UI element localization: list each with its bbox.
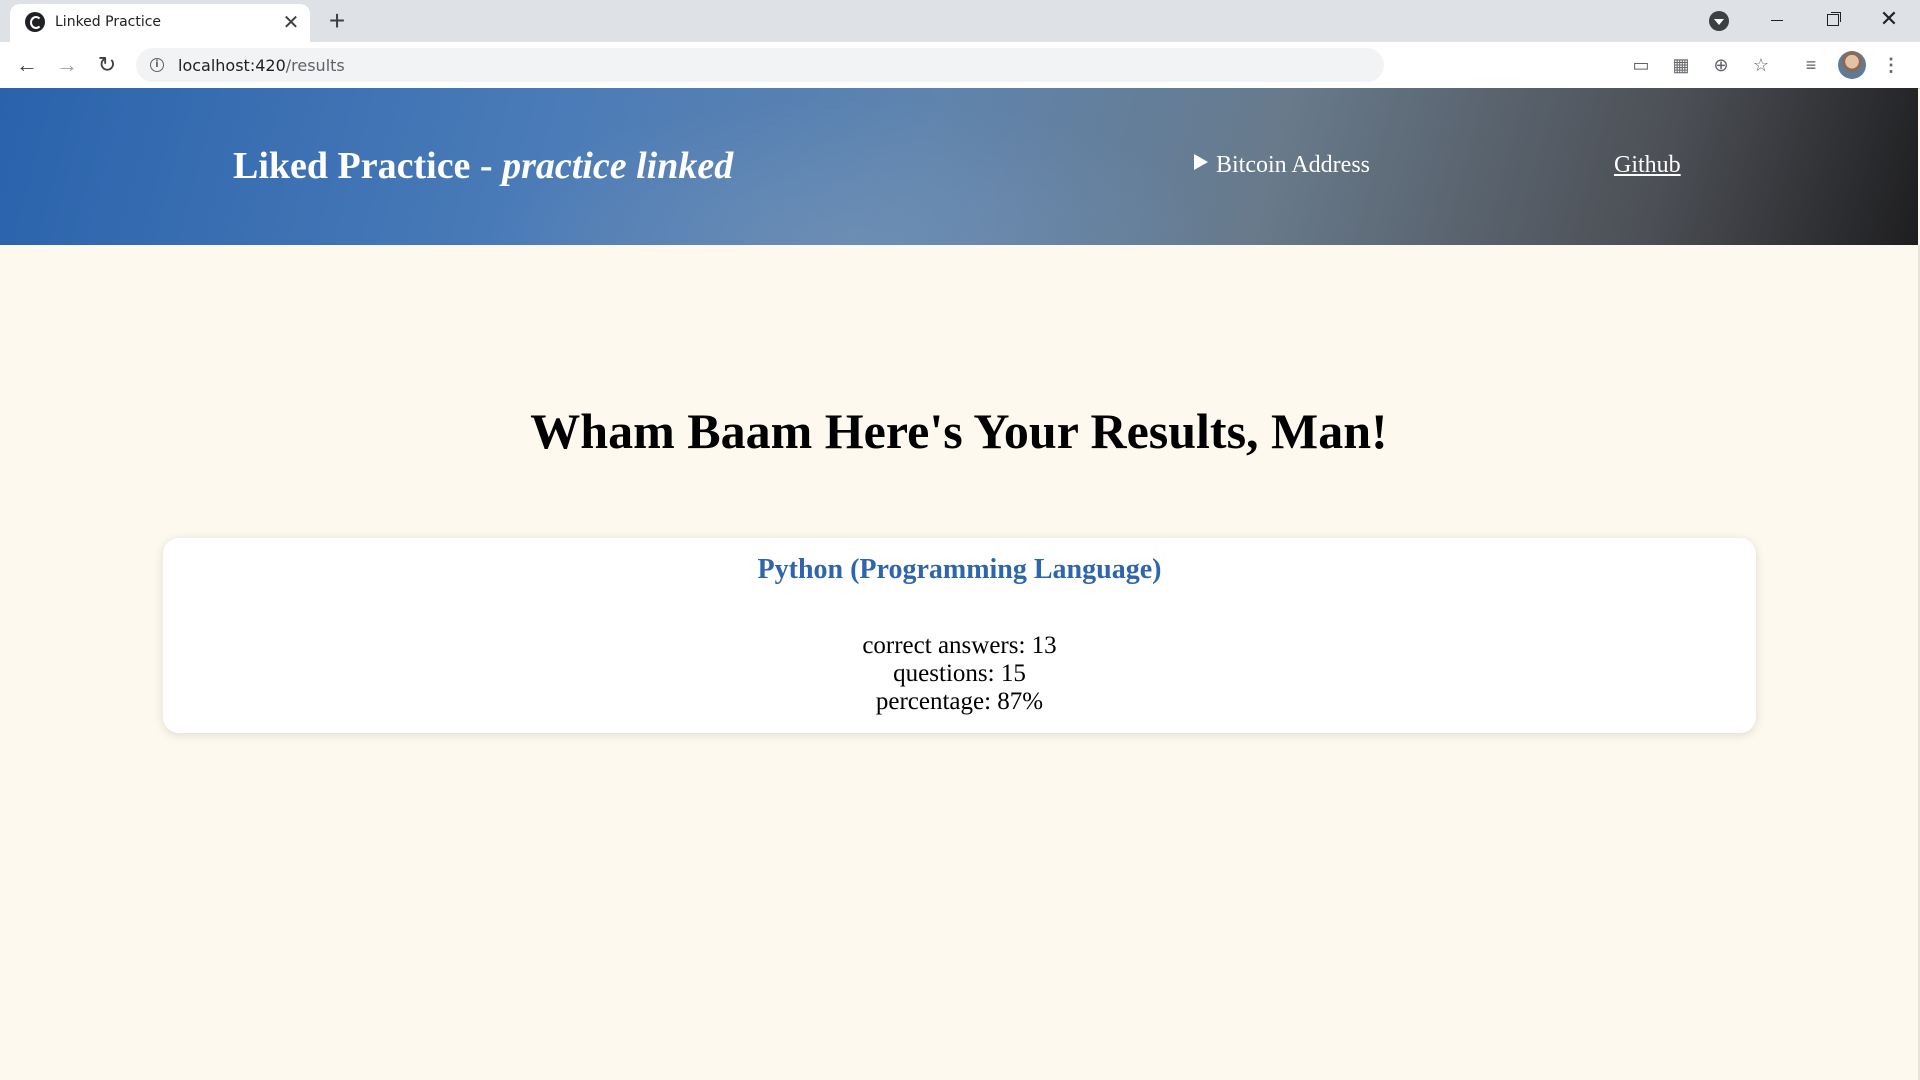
reload-icon[interactable]: ↻ (92, 50, 122, 80)
github-link[interactable]: Github (1614, 152, 1681, 179)
close-window-button[interactable]: ✕ (1861, 0, 1917, 40)
arrow-right-icon[interactable]: → (52, 50, 82, 80)
info-icon[interactable]: i (150, 58, 164, 72)
new-tab-button[interactable]: + (322, 7, 352, 37)
page-title: Wham Baam Here's Your Results, Man! (530, 403, 1388, 459)
result-stats: correct answers: 13 questions: 15 percen… (163, 632, 1756, 716)
close-tab-icon[interactable]: ✕ (278, 10, 304, 36)
avatar[interactable] (1838, 51, 1866, 79)
site-title[interactable]: Liked Practice - practice linked (233, 144, 733, 188)
kebab-menu-icon[interactable]: ⋮ (1880, 54, 1902, 76)
zoom-icon[interactable]: ⊕ (1710, 54, 1732, 76)
questions-text: questions: 15 (893, 660, 1026, 687)
restore-button[interactable] (1805, 0, 1861, 40)
percentage-text: percentage: 87% (875, 688, 1044, 715)
site-title-plain: Liked Practice - (233, 145, 503, 187)
browser-toolbar: ← → ↻ i localhost:420/results ▭ ▦ ⊕ ☆ ≡ … (0, 42, 1920, 89)
star-icon[interactable]: ☆ (1750, 54, 1772, 76)
browser-tab-strip: Linked Practice ✕ + ✕ (0, 0, 1920, 42)
tab-title: Linked Practice (55, 14, 162, 30)
address-bar[interactable]: i localhost:420/results (136, 48, 1384, 82)
app-logo-icon (25, 12, 45, 32)
url-path: /results (285, 56, 345, 75)
minimize-button[interactable] (1749, 0, 1805, 40)
qr-code-icon[interactable]: ▦ (1670, 54, 1692, 76)
result-subject: Python (Programming Language) (757, 554, 1162, 585)
arrow-left-icon[interactable]: ← (12, 50, 42, 80)
result-card: Python (Programming Language) correct an… (163, 538, 1756, 733)
tab-search-icon[interactable] (1709, 11, 1729, 31)
url-text[interactable]: localhost:420/results (178, 56, 345, 75)
site-header: Liked Practice - practice linked Bitcoin… (0, 88, 1918, 245)
disclosure-triangle-icon (1194, 154, 1208, 170)
site-title-tagline: practice linked (502, 145, 734, 187)
cast-icon[interactable]: ▭ (1630, 54, 1652, 76)
media-control-icon[interactable]: ≡ (1800, 54, 1822, 76)
bitcoin-address-label: Bitcoin Address (1216, 152, 1370, 178)
browser-tab[interactable]: Linked Practice ✕ (10, 4, 310, 42)
correct-answers-text: correct answers: 13 (862, 632, 1057, 659)
url-host: localhost:420 (178, 56, 286, 75)
bitcoin-address-toggle[interactable]: Bitcoin Address (1194, 152, 1370, 179)
